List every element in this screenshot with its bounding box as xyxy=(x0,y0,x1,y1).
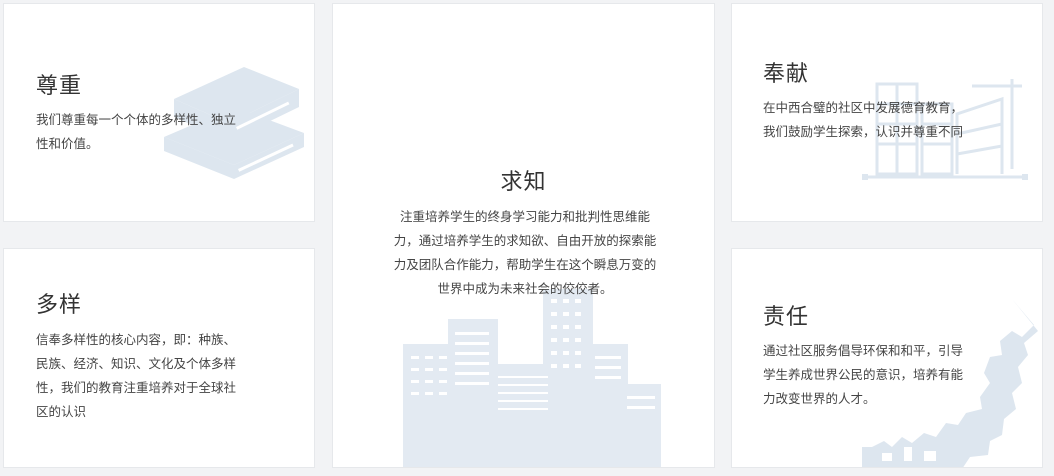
card-diversity: 多样 信奉多样性的核心内容，即：种族、民族、经济、知识、文化及个体多样性，我们的… xyxy=(3,248,315,468)
card-description: 我们尊重每一个个体的多样性、独立性和价值。 xyxy=(36,112,237,151)
card-description: 信奉多样性的核心内容，即：种族、民族、经济、知识、文化及个体多样性，我们的教育注… xyxy=(36,332,237,419)
card-title: 求知 xyxy=(500,170,547,195)
card-description: 通过社区服务倡导环保和和平，引导学生养成世界公民的意识，培养有能力改变世界的人才… xyxy=(763,343,964,406)
card-contribution: 奉献 在中西合璧的社区中发展德育教育，我们鼓励学生探索，认识并尊重不同 xyxy=(731,3,1043,222)
city-buildings-icon xyxy=(403,289,661,467)
card-description: 在中西合璧的社区中发展德育教育，我们鼓励学生探索，认识并尊重不同 xyxy=(763,100,964,139)
card-title: 责任 xyxy=(763,305,810,330)
card-title: 多样 xyxy=(36,293,83,318)
card-responsibility: 责任 通过社区服务倡导环保和和平，引导学生养成世界公民的意识，培养有能力改变世界… xyxy=(731,248,1043,468)
card-knowledge: 求知 注重培养学生的终身学习能力和批判性思维能力，通过培养学生的求知欲、自由开放… xyxy=(332,3,715,468)
card-respect: 尊重 我们尊重每一个个体的多样性、独立性和价值。 xyxy=(3,3,315,222)
card-title: 尊重 xyxy=(36,74,83,99)
card-description: 注重培养学生的终身学习能力和批判性思维能力，通过培养学生的求知欲、自由开放的探索… xyxy=(393,209,657,296)
card-title: 奉献 xyxy=(763,62,810,87)
